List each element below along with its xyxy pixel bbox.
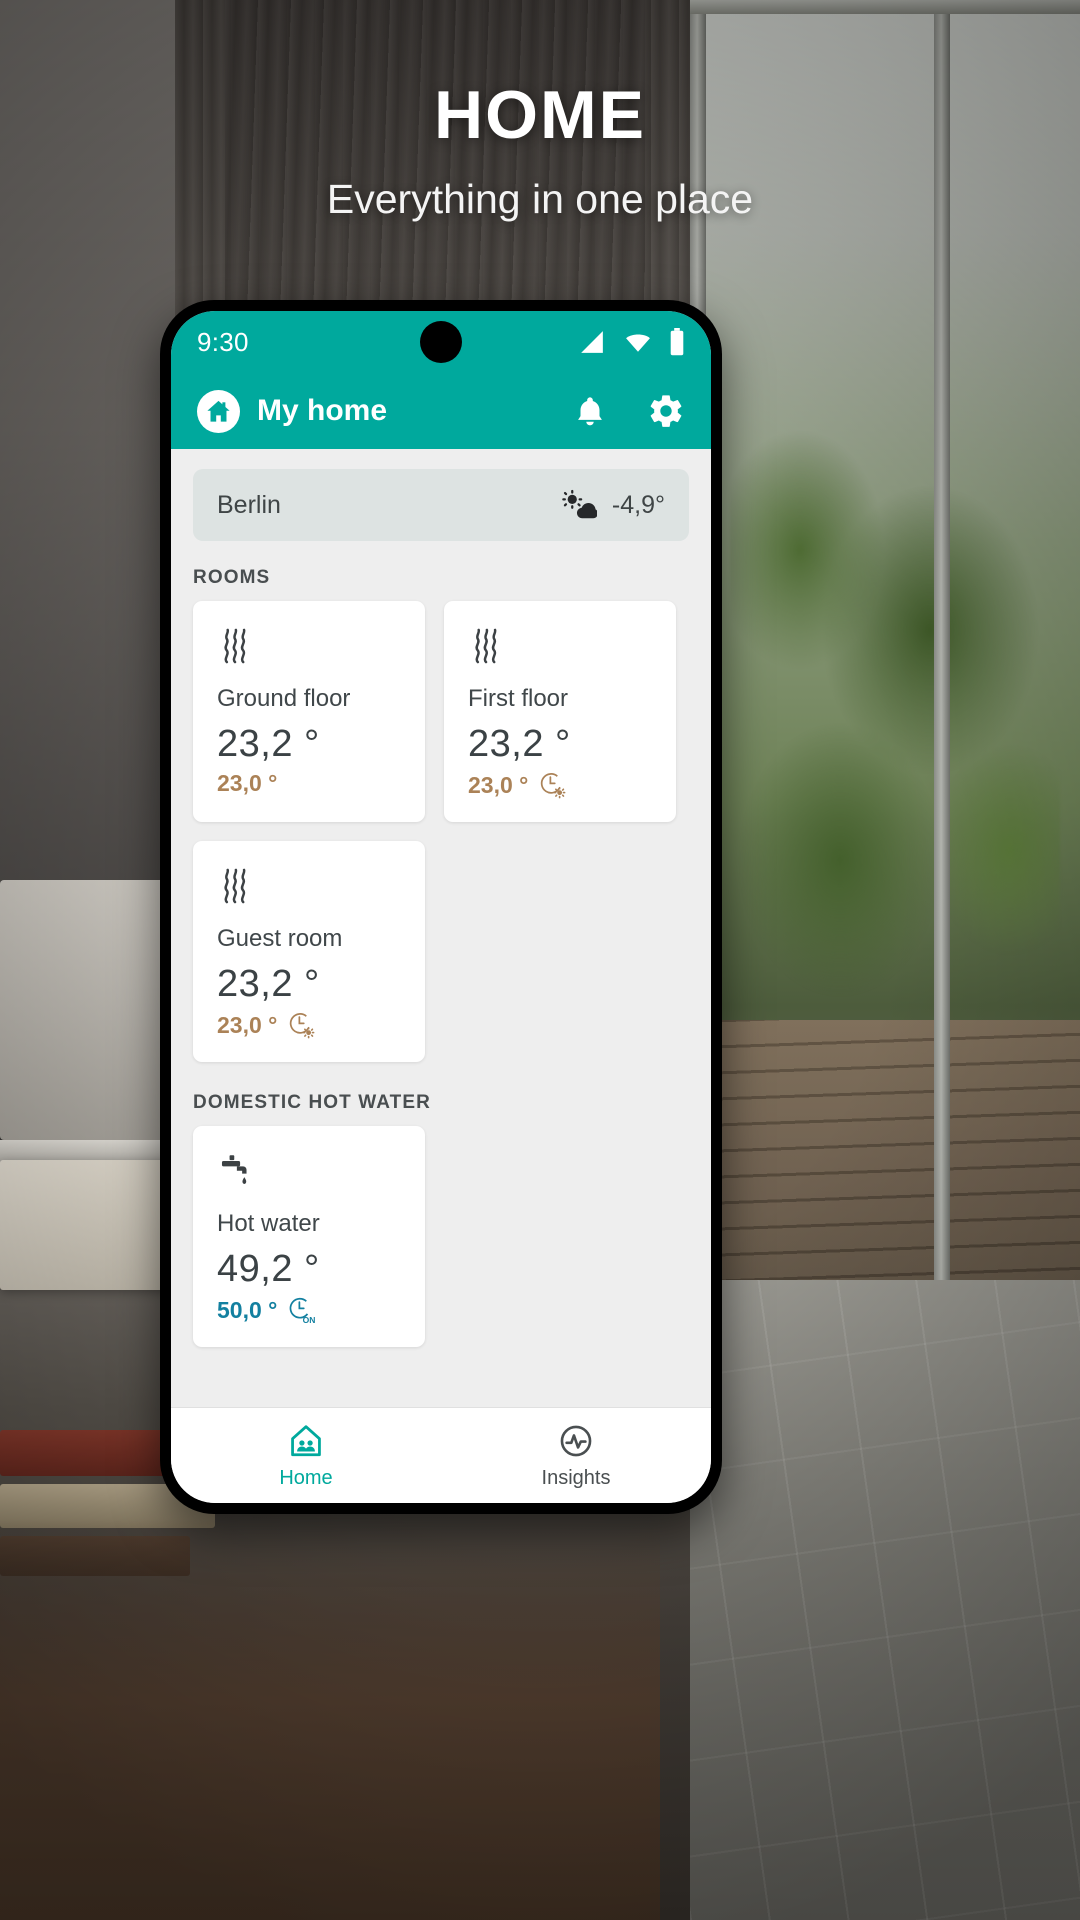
home-people-icon xyxy=(291,1424,321,1456)
promo-headings: HOME Everything in one place xyxy=(0,0,1080,223)
home-icon xyxy=(197,389,240,433)
bell-icon[interactable] xyxy=(573,394,607,428)
hot-water-grid: Hot water 49,2 ° 50,0 ° ON xyxy=(193,1126,689,1347)
room-target-temp: 23,0 ° xyxy=(217,1011,278,1038)
app-bar-title: My home xyxy=(257,394,388,427)
room-name: Ground floor xyxy=(217,685,351,712)
room-target-row: 23,0 ° xyxy=(468,770,652,800)
wifi-icon xyxy=(626,334,650,352)
status-bar: 9:30 xyxy=(171,311,711,373)
hot-water-target-temp: 50,0 ° xyxy=(217,1296,278,1323)
rooms-grid: Ground floor 23,2 ° 23,0 ° First floor 2… xyxy=(193,601,689,1062)
status-time: 9:30 xyxy=(197,326,249,357)
nav-label-insights: Insights xyxy=(541,1466,611,1489)
section-label-dhw: DOMESTIC HOT WATER xyxy=(193,1092,431,1113)
app-bar-left[interactable]: My home xyxy=(197,389,573,433)
bottom-navigation: Home Insights xyxy=(171,1407,711,1503)
weather-temperature: -4,9° xyxy=(611,490,665,519)
room-current-temp: 23,2 ° xyxy=(217,723,320,765)
weather-bar[interactable]: Berlin -4,9° xyxy=(193,469,689,541)
page-subtitle: Everything in one place xyxy=(326,176,754,222)
clock-sun-icon xyxy=(290,1013,315,1039)
hot-water-current-temp: 49,2 ° xyxy=(217,1248,320,1290)
hot-water-target-row: 50,0 ° ON xyxy=(217,1295,401,1326)
app-bar-actions xyxy=(573,392,685,430)
heat-waves-icon xyxy=(468,627,652,667)
faucet-icon xyxy=(217,1152,401,1192)
nav-label-home: Home xyxy=(279,1466,333,1489)
room-name: Guest room xyxy=(217,925,343,952)
phone-screen: 9:30 My home Berlin -4,9° ROOMS Ground f… xyxy=(171,311,711,1503)
battery-icon xyxy=(670,328,684,356)
weather-city: Berlin xyxy=(217,490,281,519)
nav-tab-home[interactable]: Home xyxy=(171,1422,441,1490)
clock-on-icon: ON xyxy=(289,1297,316,1325)
phone-mockup: 9:30 My home Berlin -4,9° ROOMS Ground f… xyxy=(160,300,722,1514)
home-glyph-icon xyxy=(207,400,230,422)
room-card[interactable]: First floor 23,2 ° 23,0 ° xyxy=(444,601,676,822)
section-label-rooms: ROOMS xyxy=(193,567,271,588)
clock-sun-icon xyxy=(541,773,566,799)
room-card[interactable]: Guest room 23,2 ° 23,0 ° xyxy=(193,841,425,1062)
svg-text:ON: ON xyxy=(303,1315,316,1325)
room-current-temp: 23,2 ° xyxy=(468,723,571,765)
room-target-row: 23,0 ° xyxy=(217,1010,401,1040)
camera-punch-hole xyxy=(420,321,462,363)
signal-icon xyxy=(581,331,603,353)
room-target-temp: 23,0 ° xyxy=(217,770,278,796)
sun-cloud-icon xyxy=(562,489,597,519)
heat-waves-icon xyxy=(217,627,401,667)
status-icons xyxy=(577,328,685,356)
heat-waves-icon xyxy=(217,867,401,907)
page-title: HOME xyxy=(434,77,646,153)
room-card[interactable]: Ground floor 23,2 ° 23,0 ° xyxy=(193,601,425,822)
room-target-row: 23,0 ° xyxy=(217,770,401,797)
room-current-temp: 23,2 ° xyxy=(217,963,320,1005)
weather-right: -4,9° xyxy=(561,489,665,521)
hot-water-name: Hot water xyxy=(217,1210,320,1237)
gear-icon[interactable] xyxy=(647,392,685,430)
hot-water-card[interactable]: Hot water 49,2 ° 50,0 ° ON xyxy=(193,1126,425,1347)
room-target-temp: 23,0 ° xyxy=(468,771,529,798)
room-name: First floor xyxy=(468,685,569,712)
app-bar: My home xyxy=(171,373,711,449)
nav-tab-insights[interactable]: Insights xyxy=(441,1422,711,1490)
main-content: Berlin -4,9° ROOMS Ground floor 23,2 ° 2… xyxy=(171,449,711,1407)
insights-pulse-icon xyxy=(560,1425,592,1456)
